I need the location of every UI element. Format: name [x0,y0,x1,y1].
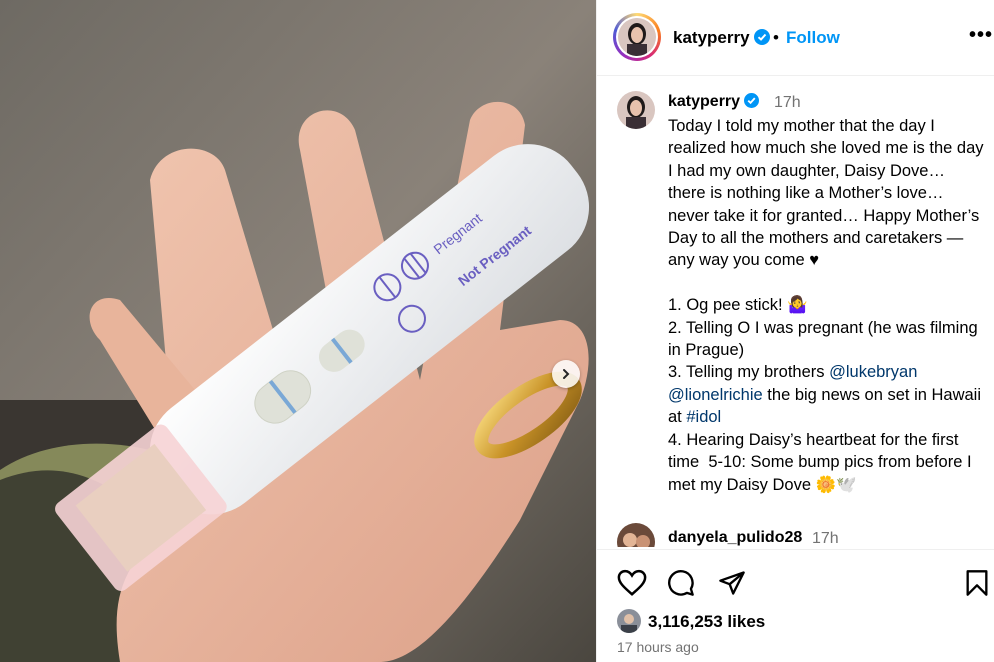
mention-lukebryan[interactable]: @lukebryan [829,363,917,381]
post-header: katyperry • Follow ••• [597,0,994,76]
bookmark-icon[interactable] [965,569,989,597]
next-photo-button[interactable] [552,360,580,388]
story-ring[interactable] [613,13,661,61]
caption-text: Today I told my mother that the day I re… [668,115,986,496]
caption-username[interactable]: katyperry [668,93,760,111]
verified-icon [753,29,770,45]
caption-item-4: 4. Hearing Daisy’s heartbeat for the fir… [668,430,977,494]
comment-icon[interactable] [667,569,695,597]
separator-dot: • [773,28,779,47]
author-username[interactable]: katyperry [673,28,770,48]
liker-avatar[interactable] [617,609,641,633]
share-icon[interactable] [718,569,746,597]
caption-item-1: 1. Og pee stick! 🤷‍♀️ [668,296,808,315]
post-photo[interactable]: Pregnant Not Pregnant [0,0,596,662]
post-timestamp[interactable]: 17 hours ago [617,639,699,655]
action-footer: 3,116,253 likes 17 hours ago [597,549,994,662]
comment-avatar[interactable] [617,523,655,547]
hashtag-idol[interactable]: #idol [686,408,721,426]
likes-count[interactable]: 3,116,253 likes [648,612,765,632]
chevron-right-icon [563,369,570,379]
caption-time: 17h [774,94,801,111]
comment-username[interactable]: danyela_pulido28 [668,529,802,547]
caption-avatar[interactable] [617,91,655,129]
caption-item-2: 2. Telling O I was pregnant (he was film… [668,318,983,360]
author-avatar[interactable] [618,18,656,56]
post-panel: katyperry • Follow ••• katyperry 17h Tod… [596,0,994,662]
pregnancy-test-photo: Pregnant Not Pregnant [0,0,596,662]
verified-icon [744,93,760,108]
heart-icon[interactable] [617,569,647,597]
more-icon[interactable]: ••• [969,24,993,47]
follow-button[interactable]: Follow [786,28,840,48]
caption-area: katyperry 17h Today I told my mother tha… [597,77,994,547]
comment-time: 17h [812,530,839,547]
caption-paragraph: Today I told my mother that the day I re… [668,117,989,270]
mention-lionelrichie[interactable]: @lionelrichie [668,386,763,404]
caption-item-3-text: 3. Telling my brothers [668,363,830,382]
